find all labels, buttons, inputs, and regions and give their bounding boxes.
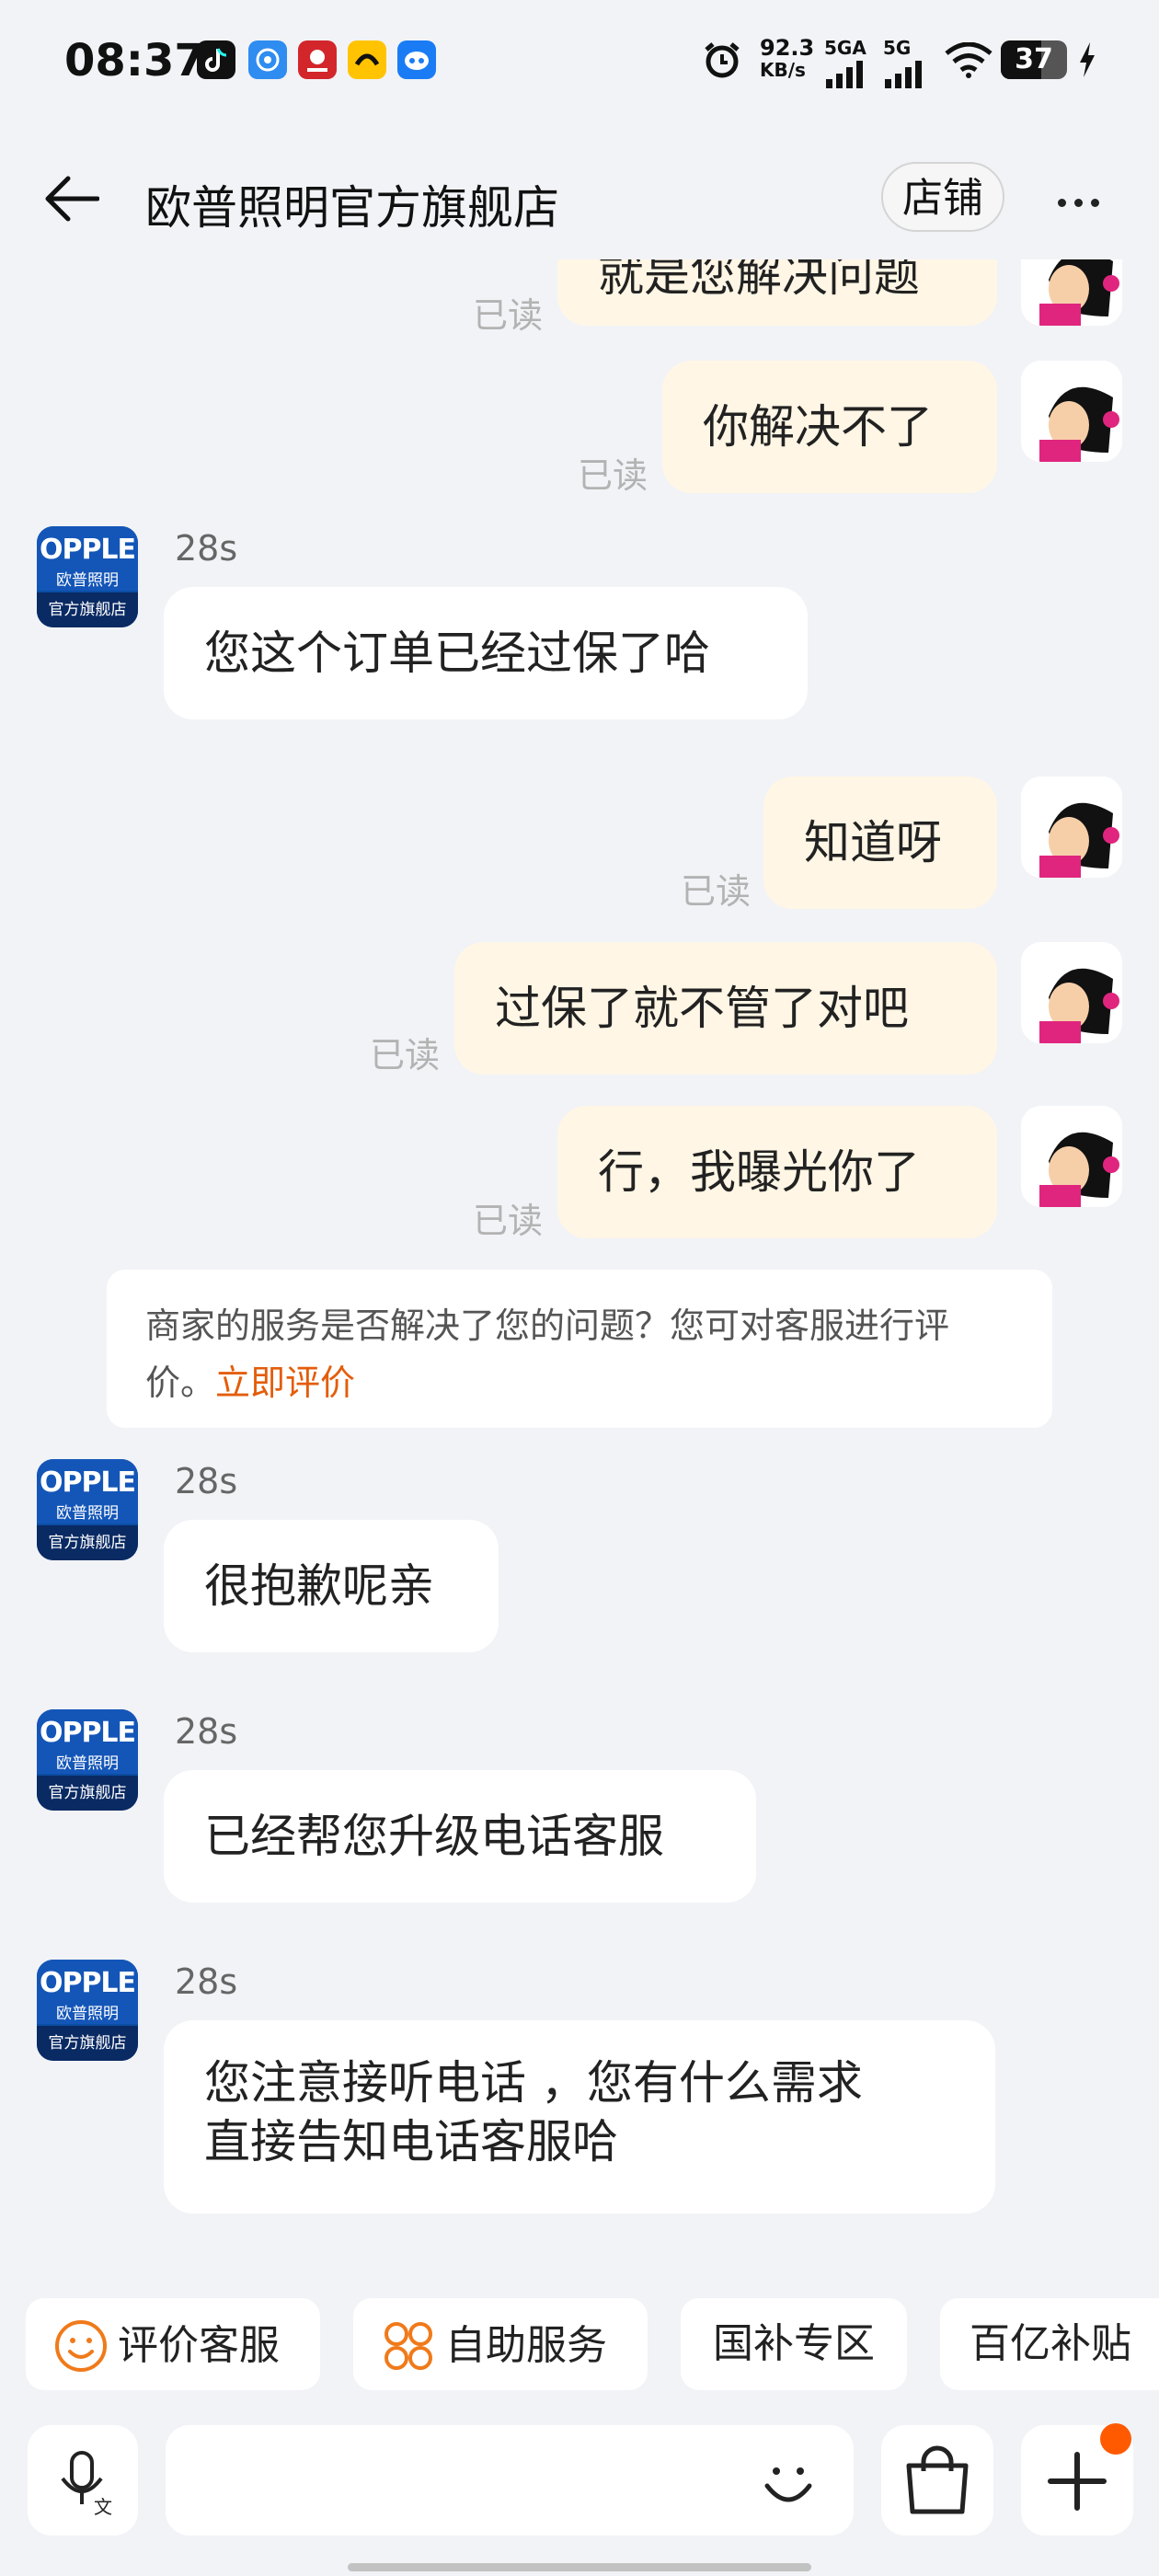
smile-face-icon[interactable] [756,2449,820,2513]
rate-now-link[interactable]: 立即评价 [215,1363,355,1403]
chip-label: 评价客服 [118,2322,280,2369]
shop-logo-bottom: 官方旗舰店 [37,592,138,627]
my-message-bubble[interactable]: 行，我曝光你了 [557,1106,997,1238]
arrow-left-icon [45,176,100,222]
bank-app-icon [298,40,337,79]
my-message-bubble[interactable]: 就是您解决问题 [557,259,997,326]
shop-avatar[interactable]: OPPLE 欧普照明 官方旗舰店 [37,1960,138,2061]
shop-message-bubble[interactable]: 很抱歉呢亲 [164,1520,499,1652]
notification-dot [1100,2423,1131,2455]
network-label-1: 5GA [824,37,866,59]
cartoon-girl-avatar-icon [1021,776,1122,878]
alarm-icon [701,39,743,85]
tiktok-app-icon [197,40,235,79]
battery-icon: 37 [1001,40,1067,79]
message-line-2: 直接告知电话客服哈 [204,2115,618,2168]
shop-logo-bottom: 官方旗舰店 [37,1776,138,1811]
chip-label: 百亿补贴 [970,2320,1131,2367]
my-avatar[interactable] [1021,942,1122,1043]
net-speed: 92.3 KB/s [760,37,814,81]
shop-avatar[interactable]: OPPLE 欧普照明 官方旗舰店 [37,1459,138,1560]
store-button[interactable]: 店铺 [881,162,1004,232]
wifi-icon [944,41,993,83]
taxi-app-icon [348,40,386,79]
shop-avatar[interactable]: OPPLE 欧普照明 官方旗舰店 [37,1709,138,1811]
shop-logo-text: OPPLE [39,534,136,566]
chip-label: 国补专区 [713,2320,875,2367]
my-message-bubble[interactable]: 知道呀 [763,776,997,909]
shop-logo-text: OPPLE [39,1466,136,1499]
subsidy-zone-chip[interactable]: 国补专区 [681,2298,907,2390]
my-avatar[interactable] [1021,1106,1122,1207]
message-time: 28s [175,1461,238,1501]
message-line-1: 您注意接听电话 ，您有什么需求 [204,2056,863,2110]
shop-products-button[interactable] [881,2425,993,2536]
message-input[interactable] [166,2425,854,2536]
my-avatar[interactable] [1021,776,1122,878]
service-rating-notice: 商家的服务是否解决了您的问题？您可对客服进行评价。立即评价 [107,1270,1052,1428]
shop-logo-sub: 欧普照明 [56,1754,119,1773]
my-avatar[interactable] [1021,361,1122,462]
read-status: 已读 [681,871,752,912]
shop-message-bubble[interactable]: 您注意接听电话 ，您有什么需求 直接告知电话客服哈 [164,2020,995,2214]
read-status: 已读 [473,295,544,336]
net-speed-value: 92.3 [760,35,815,61]
shop-logo-sub: 欧普照明 [56,571,119,590]
shop-logo-text: OPPLE [39,1717,136,1749]
cartoon-girl-avatar-icon [1021,942,1122,1043]
cartoon-girl-avatar-icon [1021,361,1122,462]
message-time: 28s [175,528,238,569]
network-label-2: 5G [883,37,912,59]
signal-bars-icon [826,61,863,88]
chat-area[interactable]: 已读 就是您解决问题 已读 你解决不了 OPPLE 欧普照明 官方旗舰店 28s… [0,259,1159,2265]
shop-logo-sub: 欧普照明 [56,2005,119,2023]
clock: 08:37 [64,35,205,86]
cartoon-girl-avatar-icon [1021,259,1122,326]
back-button[interactable] [44,175,100,223]
message-time: 28s [175,1961,238,2002]
chip-label: 自助服务 [445,2322,607,2369]
signal-5ga: 5GA [824,37,870,96]
charging-icon [1078,42,1096,81]
more-button[interactable] [1058,193,1099,211]
app-icon-blue [248,40,287,79]
svg-text:文: 文 [94,2496,112,2518]
battery-level: 37 [1015,43,1053,75]
shop-logo-sub: 欧普照明 [56,1504,119,1523]
rate-service-chip[interactable]: 评价客服 [26,2298,320,2390]
my-message-bubble[interactable]: 过保了就不管了对吧 [454,942,997,1075]
my-message-bubble[interactable]: 你解决不了 [662,361,997,493]
shop-message-bubble[interactable]: 您这个订单已经过保了哈 [164,587,808,719]
my-avatar[interactable] [1021,259,1122,326]
chat-header: 欧普照明官方旗舰店 店铺 [0,138,1159,258]
billion-subsidy-chip[interactable]: 百亿补贴 [940,2298,1159,2390]
grid-circles-icon [384,2322,432,2370]
home-indicator[interactable] [348,2563,811,2571]
self-service-chip[interactable]: 自助服务 [353,2298,648,2390]
shop-logo-text: OPPLE [39,1967,136,1999]
voice-input-button[interactable]: 文 [28,2425,138,2536]
smile-icon [55,2320,107,2372]
cartoon-girl-avatar-icon [1021,1106,1122,1207]
net-speed-unit: KB/s [760,59,806,81]
signal-bars-icon [885,61,922,88]
shopping-bag-icon [906,2445,969,2514]
status-bar: 08:37 92.3 KB/s 5GA 5G 37 [0,0,1159,129]
read-status: 已读 [578,455,648,496]
shop-avatar[interactable]: OPPLE 欧普照明 官方旗舰店 [37,526,138,627]
read-status: 已读 [370,1035,441,1075]
assistant-app-icon [397,40,436,79]
shop-logo-bottom: 官方旗舰店 [37,2026,138,2061]
read-status: 已读 [473,1201,544,1241]
shop-message-bubble[interactable]: 已经帮您升级电话客服 [164,1770,756,1903]
message-time: 28s [175,1711,238,1752]
more-actions-button[interactable] [1021,2423,1133,2536]
shop-title: 欧普照明官方旗舰店 [145,181,559,235]
more-dots-icon [1058,193,1099,211]
signal-5g: 5G [883,37,929,96]
mic-text-icon: 文 [61,2451,112,2518]
shop-logo-bottom: 官方旗舰店 [37,1525,138,1560]
